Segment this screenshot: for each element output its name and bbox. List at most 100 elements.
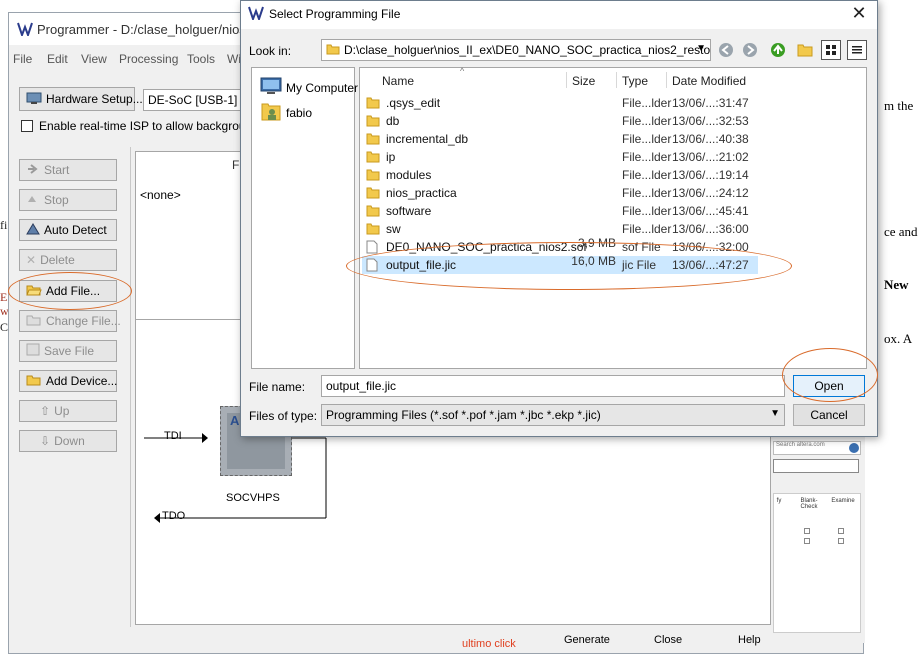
open-label: Open [814,379,844,393]
add-device-button[interactable]: Add Device... [19,370,117,392]
menu-window[interactable]: Wi [227,52,241,66]
isp-checkbox[interactable] [21,120,33,132]
hardware-field[interactable]: DE-SoC [USB-1] [143,89,253,111]
search-input[interactable] [773,459,859,473]
stop-button[interactable]: Stop [19,189,117,211]
device-file-list[interactable]: F <none> [135,151,245,339]
device-name: SOCVHPS [226,492,280,504]
file-row[interactable]: incremental_db File...lder 13/06/...:40:38 [362,130,758,148]
search-placeholder: Search altera.com [776,442,825,448]
help-button[interactable]: Help [738,634,761,646]
menu-processing[interactable]: Processing [119,52,178,66]
hardware-setup-label: Hardware Setup... [46,92,143,106]
open-button[interactable]: Open [793,375,865,397]
file-column-header: F [232,158,240,172]
file-type: File...lder [622,186,672,200]
file-name: ip [386,150,396,164]
look-in-path: D:\clase_holguer\nios_II_ex\DE0_NANO_SOC… [344,43,711,57]
op-checkbox[interactable] [838,528,844,534]
file-type: jic File [622,258,657,272]
place-fabio[interactable]: fabio [260,100,312,125]
up-folder-icon[interactable] [769,41,787,59]
doc-left-fragment: fi [0,218,8,232]
menu-file[interactable]: File [13,52,32,66]
auto-detect-button[interactable]: Auto Detect [19,219,117,241]
file-row[interactable]: software File...lder 13/06/...:45:41 [362,202,758,220]
no-file-text: <none> [140,188,181,202]
file-row[interactable]: sw File...lder 13/06/...:36:00 [362,220,758,238]
column-date-modified[interactable]: Date Modified [672,74,746,88]
file-type: File...lder [622,150,672,164]
dialog-titlebar: Select Programming File ✕ [241,1,877,29]
down-label: Down [54,434,85,448]
column-type[interactable]: Type [622,74,648,88]
look-in-label: Look in: [249,44,292,58]
place-my-computer[interactable]: My Computer [260,76,358,99]
up-button[interactable]: ⇧ Up [19,400,117,422]
save-file-button[interactable]: Save File [19,340,117,362]
file-row[interactable]: db File...lder 13/06/...:32:53 [362,112,758,130]
open-folder-icon [26,283,42,299]
delete-button[interactable]: ✕ Delete [19,249,117,271]
file-row[interactable]: .qsys_edit File...lder 13/06/...:31:47 [362,94,758,112]
up-label: Up [54,404,70,418]
close-icon[interactable]: ✕ [849,3,869,24]
forward-icon[interactable] [741,41,759,59]
menu-view[interactable]: View [81,52,107,66]
menu-edit[interactable]: Edit [47,52,68,66]
file-list: Name ^ Size Type Date Modified .qsys_edi… [359,66,867,369]
op-col-verify: fy [776,498,782,504]
op-checkbox[interactable] [804,538,810,544]
file-row[interactable]: nios_practica File...lder 13/06/...:24:12 [362,184,758,202]
op-checkbox[interactable] [838,538,844,544]
search-go-icon[interactable] [849,443,859,453]
close-button[interactable]: Close [654,634,682,646]
start-button[interactable]: Start [19,159,117,181]
hardware-setup-button[interactable]: Hardware Setup... [19,87,143,111]
file-name: DE0_NANO_SOC_practica_nios2.sof [386,240,587,254]
file-row[interactable]: DE0_NANO_SOC_practica_nios2.sof 3,9 MB sof… [362,236,758,256]
search-altera-bar[interactable]: Search altera.com [773,441,861,455]
look-in-dropdown[interactable]: D:\clase_holguer\nios_II_ex\DE0_NANO_SOC… [321,39,711,61]
auto-detect-label: Auto Detect [44,223,107,237]
file-date: 13/06/...:45:41 [672,204,749,218]
column-separator [566,72,567,88]
files-of-type-label: Files of type: [249,409,318,423]
doc-fragment: New [884,277,909,292]
doc-fragment: ox. A [884,331,913,346]
files-of-type-value: Programming Files (*.sof *.pof *.jam *.j… [326,408,601,422]
sort-up-icon: ^ [460,66,465,76]
menu-tools[interactable]: Tools [187,52,215,66]
isp-option[interactable]: Enable real-time ISP to allow background… [21,119,269,133]
select-programming-file-dialog: Select Programming File ✕ Look in: D:\cl… [240,0,878,437]
file-name: .qsys_edit [386,96,441,110]
files-of-type-dropdown[interactable]: Programming Files (*.sof *.pof *.jam *.j… [321,404,785,426]
quartus-dialog-icon [248,6,264,23]
generate-button[interactable]: Generate [564,634,610,646]
file-row[interactable]: ip File...lder 13/06/...:21:02 [362,148,758,166]
stop-label: Stop [44,193,69,207]
column-name[interactable]: Name [382,74,414,88]
op-checkbox[interactable] [804,528,810,534]
detail-view-icon[interactable] [847,40,867,60]
down-button[interactable]: ⇩ Down [19,430,117,452]
file-name: modules [386,168,432,182]
file-row[interactable]: modules File...lder 13/06/...:19:14 [362,166,758,184]
folder-icon [366,222,380,238]
back-icon[interactable] [717,41,735,59]
column-separator [616,72,617,88]
new-folder-icon[interactable] [796,41,814,59]
chevron-down-icon: ▼ [770,408,780,419]
column-size[interactable]: Size [572,74,595,88]
file-date: 13/06/...:21:02 [672,150,749,164]
file-date: 13/06/...:40:38 [672,132,749,146]
add-file-button[interactable]: Add File... [19,280,117,302]
file-name: nios_practica [386,186,457,200]
file-row[interactable]: output_file.jic 16,0 MB jic File 13/06/...:… [362,254,758,274]
change-file-button[interactable]: Change File... [19,310,121,332]
list-view-icon[interactable] [821,40,841,60]
file-name-input[interactable] [321,375,785,397]
cancel-button[interactable]: Cancel [793,404,865,426]
file-name-label: File name: [249,380,306,394]
delete-icon: ✕ [26,253,37,267]
